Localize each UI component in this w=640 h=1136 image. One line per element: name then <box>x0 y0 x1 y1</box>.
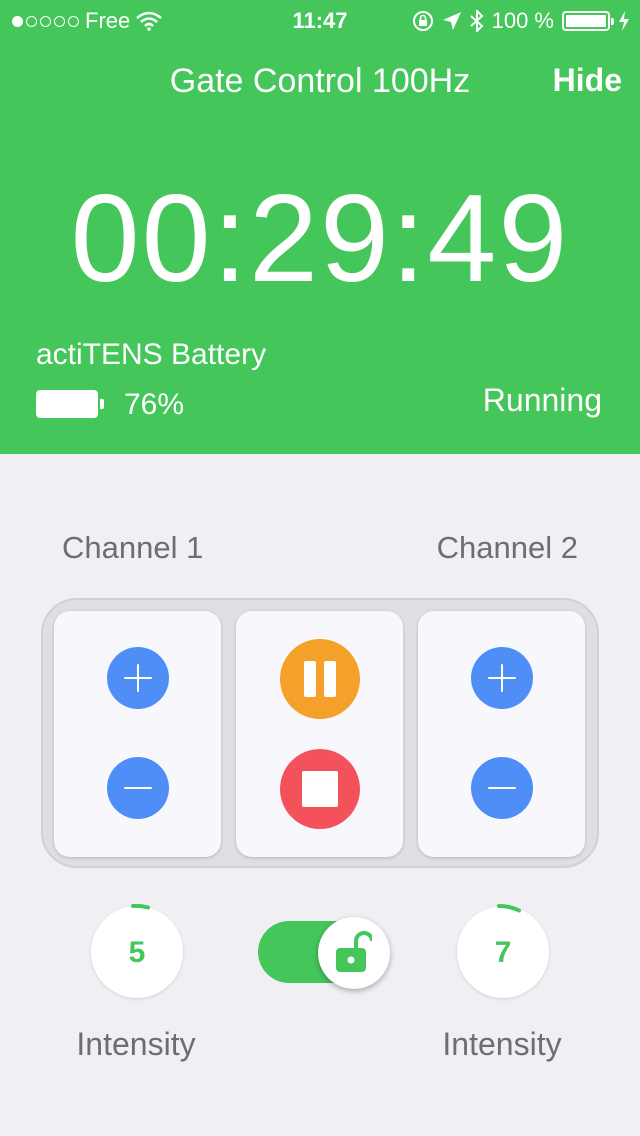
session-card <box>236 611 403 857</box>
channel-1-intensity-label: Intensity <box>76 1026 196 1062</box>
channel-1-intensity-dial[interactable]: 5 <box>91 903 183 998</box>
channel-2-card <box>418 611 585 857</box>
channel-1-increase-button[interactable] <box>106 647 169 709</box>
charging-icon <box>619 11 629 31</box>
channel-2-intensity-label: Intensity <box>442 1026 562 1062</box>
program-title: Gate Control 100Hz <box>169 62 471 100</box>
status-battery-percent: 100 % <box>491 8 554 33</box>
channel-2-label: Channel 2 <box>436 530 578 565</box>
stop-button[interactable] <box>279 749 360 829</box>
device-battery-icon <box>36 390 104 418</box>
channel-2-intensity-dial[interactable]: 7 <box>457 903 549 998</box>
device-battery-percent: 76% <box>124 388 185 421</box>
device-battery-label: actiTENS Battery <box>36 338 267 371</box>
channel-2-intensity-value: 7 <box>494 936 512 969</box>
control-panel <box>41 598 599 868</box>
channel-2-decrease-button[interactable] <box>470 757 533 819</box>
hide-button[interactable]: Hide <box>553 62 622 99</box>
lock-knob <box>318 917 390 989</box>
location-icon <box>442 12 461 30</box>
channel-2-increase-button[interactable] <box>470 647 533 709</box>
bluetooth-icon <box>469 10 484 32</box>
lock-toggle[interactable] <box>258 917 390 989</box>
session-header: Free 11:47 100 % Gate Control 100Hz Hide… <box>0 0 640 454</box>
status-bar: Free 11:47 100 % <box>0 0 640 40</box>
channel-1-intensity-value: 5 <box>128 936 146 969</box>
pause-button[interactable] <box>279 639 360 719</box>
channel-1-label: Channel 1 <box>62 530 204 565</box>
battery-icon <box>562 11 614 31</box>
channel-1-card <box>54 611 221 857</box>
rotation-lock-icon <box>412 11 433 31</box>
status-bar-right: 100 % <box>412 8 630 34</box>
unlock-icon <box>336 931 372 972</box>
session-timer: 00:29:49 <box>70 170 570 308</box>
run-status: Running <box>482 382 602 418</box>
channel-1-decrease-button[interactable] <box>106 757 169 819</box>
